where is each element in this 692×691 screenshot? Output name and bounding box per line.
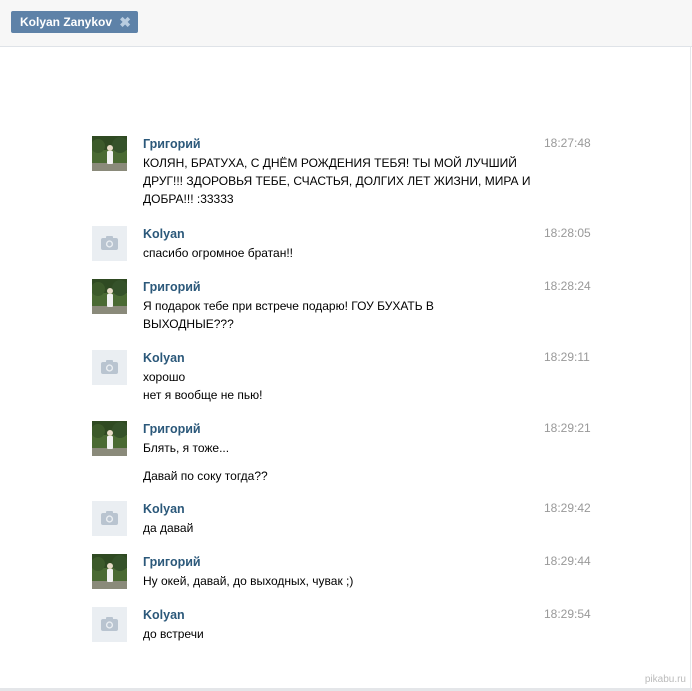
message-text: ВЫХОДНЫЕ??? xyxy=(143,317,234,331)
avatar-photo[interactable] xyxy=(92,421,127,456)
message-text: до встречи xyxy=(143,627,204,641)
avatar-photo[interactable] xyxy=(92,279,127,314)
message-author[interactable]: Григорий xyxy=(143,137,201,151)
message-text: ДОБРА!!! :33333 xyxy=(143,192,234,206)
message-text: нет я вообще не пью! xyxy=(143,388,263,402)
message-time: 18:28:24 xyxy=(544,279,591,293)
message-time: 18:29:44 xyxy=(544,554,591,568)
tab-title: Kolyan Zanykov xyxy=(20,15,113,29)
panel-border-right xyxy=(690,46,691,691)
message-text: хорошо xyxy=(143,370,186,384)
message-text: спасибо огромное братан!! xyxy=(143,246,293,260)
message-time: 18:27:48 xyxy=(544,136,591,150)
avatar-photo[interactable] xyxy=(92,554,127,589)
camera-icon[interactable] xyxy=(92,350,127,385)
message-author[interactable]: Kolyan xyxy=(143,502,185,516)
message-text: Ну окей, давай, до выходных, чувак ;) xyxy=(143,574,354,588)
message-author[interactable]: Григорий xyxy=(143,280,201,294)
message-time: 18:29:21 xyxy=(544,421,591,435)
message-text: Блять, я тоже... xyxy=(143,441,230,455)
message-author[interactable]: Григорий xyxy=(143,555,201,569)
avatar-photo[interactable] xyxy=(92,136,127,171)
watermark: pikabu.ru xyxy=(644,674,686,685)
camera-icon[interactable] xyxy=(92,226,127,261)
message-text: Я подарок тебе при встрече подарю! ГОУ Б… xyxy=(143,299,434,313)
message-text: да давай xyxy=(143,521,194,535)
message-time: 18:29:11 xyxy=(544,350,590,364)
message-time: 18:29:42 xyxy=(544,501,591,515)
message-author[interactable]: Kolyan xyxy=(143,227,185,241)
conversation-tab[interactable]: Kolyan Zanykov ✖ xyxy=(11,11,139,33)
message-author[interactable]: Kolyan xyxy=(143,608,185,622)
message-author[interactable]: Kolyan xyxy=(143,351,185,365)
message-time: 18:29:54 xyxy=(544,607,591,621)
message-text: ДРУГ!!! ЗДОРОВЬЯ ТЕБЕ, СЧАСТЬЯ, ДОЛГИХ Л… xyxy=(143,174,531,188)
camera-icon[interactable] xyxy=(92,607,127,642)
top-bar: Kolyan Zanykov ✖ xyxy=(0,0,692,47)
camera-icon[interactable] xyxy=(92,501,127,536)
message-text: Давай по соку тогда?? xyxy=(143,469,268,483)
close-icon[interactable]: ✖ xyxy=(119,11,131,33)
message-text: КОЛЯН, БРАТУХА, С ДНЁМ РОЖДЕНИЯ ТЕБЯ! ТЫ… xyxy=(143,156,517,170)
message-time: 18:28:05 xyxy=(544,226,591,240)
message-author[interactable]: Григорий xyxy=(143,422,201,436)
